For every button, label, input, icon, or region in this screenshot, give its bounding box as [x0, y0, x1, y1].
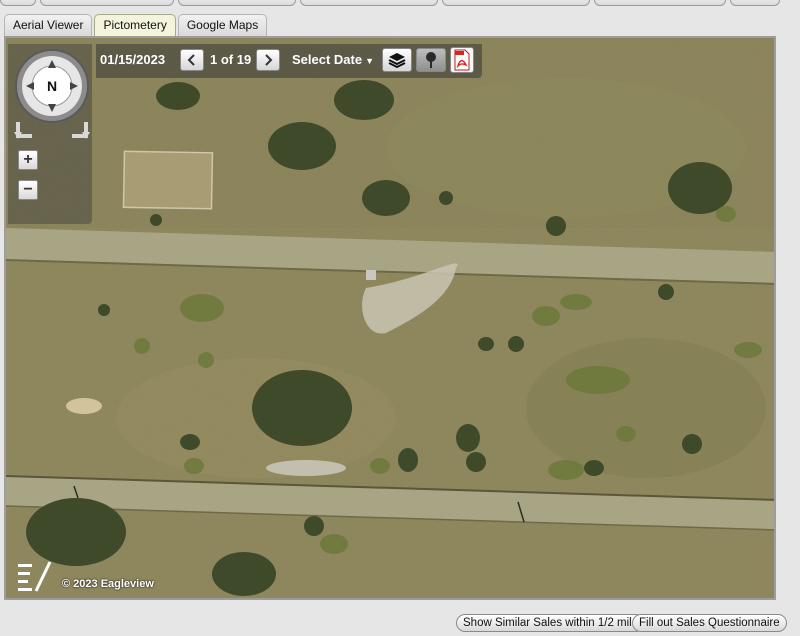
layers-icon [388, 53, 406, 68]
select-date-dropdown[interactable]: Select Date ▼ [292, 52, 374, 67]
aerial-imagery[interactable] [6, 38, 776, 600]
right-gutter [780, 36, 800, 606]
top-strip-button[interactable] [442, 0, 590, 6]
image-count: 1 of 19 [210, 52, 252, 67]
top-strip-button[interactable] [178, 0, 296, 6]
tab-aerial-viewer[interactable]: Aerial Viewer [4, 14, 93, 36]
top-strip-button[interactable] [40, 0, 174, 6]
fenced-enclosure [122, 150, 214, 210]
action-bar: Show Similar Sales within 1/2 mile Fill … [0, 606, 800, 636]
aerial-image-viewer[interactable]: N + − 01/15/2023 1 of 19 Select Date ▼ ©… [4, 36, 776, 600]
chevron-left-icon [187, 54, 195, 66]
top-button-strip [0, 0, 800, 8]
viewer-tabs: Aerial Viewer Pictometery Google Maps [4, 14, 268, 36]
top-strip-button[interactable] [594, 0, 726, 6]
show-similar-sales-button[interactable]: Show Similar Sales within 1/2 mile [456, 614, 646, 632]
tab-pictometery[interactable]: Pictometery [94, 14, 176, 36]
top-strip-button[interactable] [0, 0, 36, 6]
image-toolbar: 01/15/2023 1 of 19 Select Date ▼ [96, 44, 482, 78]
info-pin-button[interactable] [416, 48, 446, 72]
rotate-right-icon[interactable] [68, 120, 90, 140]
previous-image-button[interactable] [180, 49, 204, 71]
sales-questionnaire-button[interactable]: Fill out Sales Questionnaire [632, 614, 787, 632]
select-date-label: Select Date [292, 52, 363, 67]
layers-button[interactable] [382, 48, 412, 72]
next-image-button[interactable] [256, 49, 280, 71]
compass-north-label: N [47, 78, 57, 94]
top-strip-button[interactable] [300, 0, 438, 6]
navigation-panel: N + − [8, 44, 92, 224]
compass-rose-icon[interactable]: N [14, 48, 90, 124]
chevron-right-icon [265, 54, 273, 66]
pdf-icon [454, 49, 470, 71]
rotate-left-icon[interactable] [14, 120, 36, 140]
pdf-export-button[interactable] [450, 47, 474, 73]
zoom-out-button[interactable]: − [18, 180, 38, 200]
eagleview-logo-icon [18, 561, 52, 592]
info-pin-icon [426, 52, 436, 68]
capture-date: 01/15/2023 [100, 52, 166, 67]
top-strip-button[interactable] [730, 0, 780, 6]
copyright-text: © 2023 Eagleview [62, 578, 154, 590]
caret-down-icon: ▼ [365, 56, 375, 66]
zoom-in-button[interactable]: + [18, 150, 38, 170]
tab-google-maps[interactable]: Google Maps [177, 14, 268, 36]
